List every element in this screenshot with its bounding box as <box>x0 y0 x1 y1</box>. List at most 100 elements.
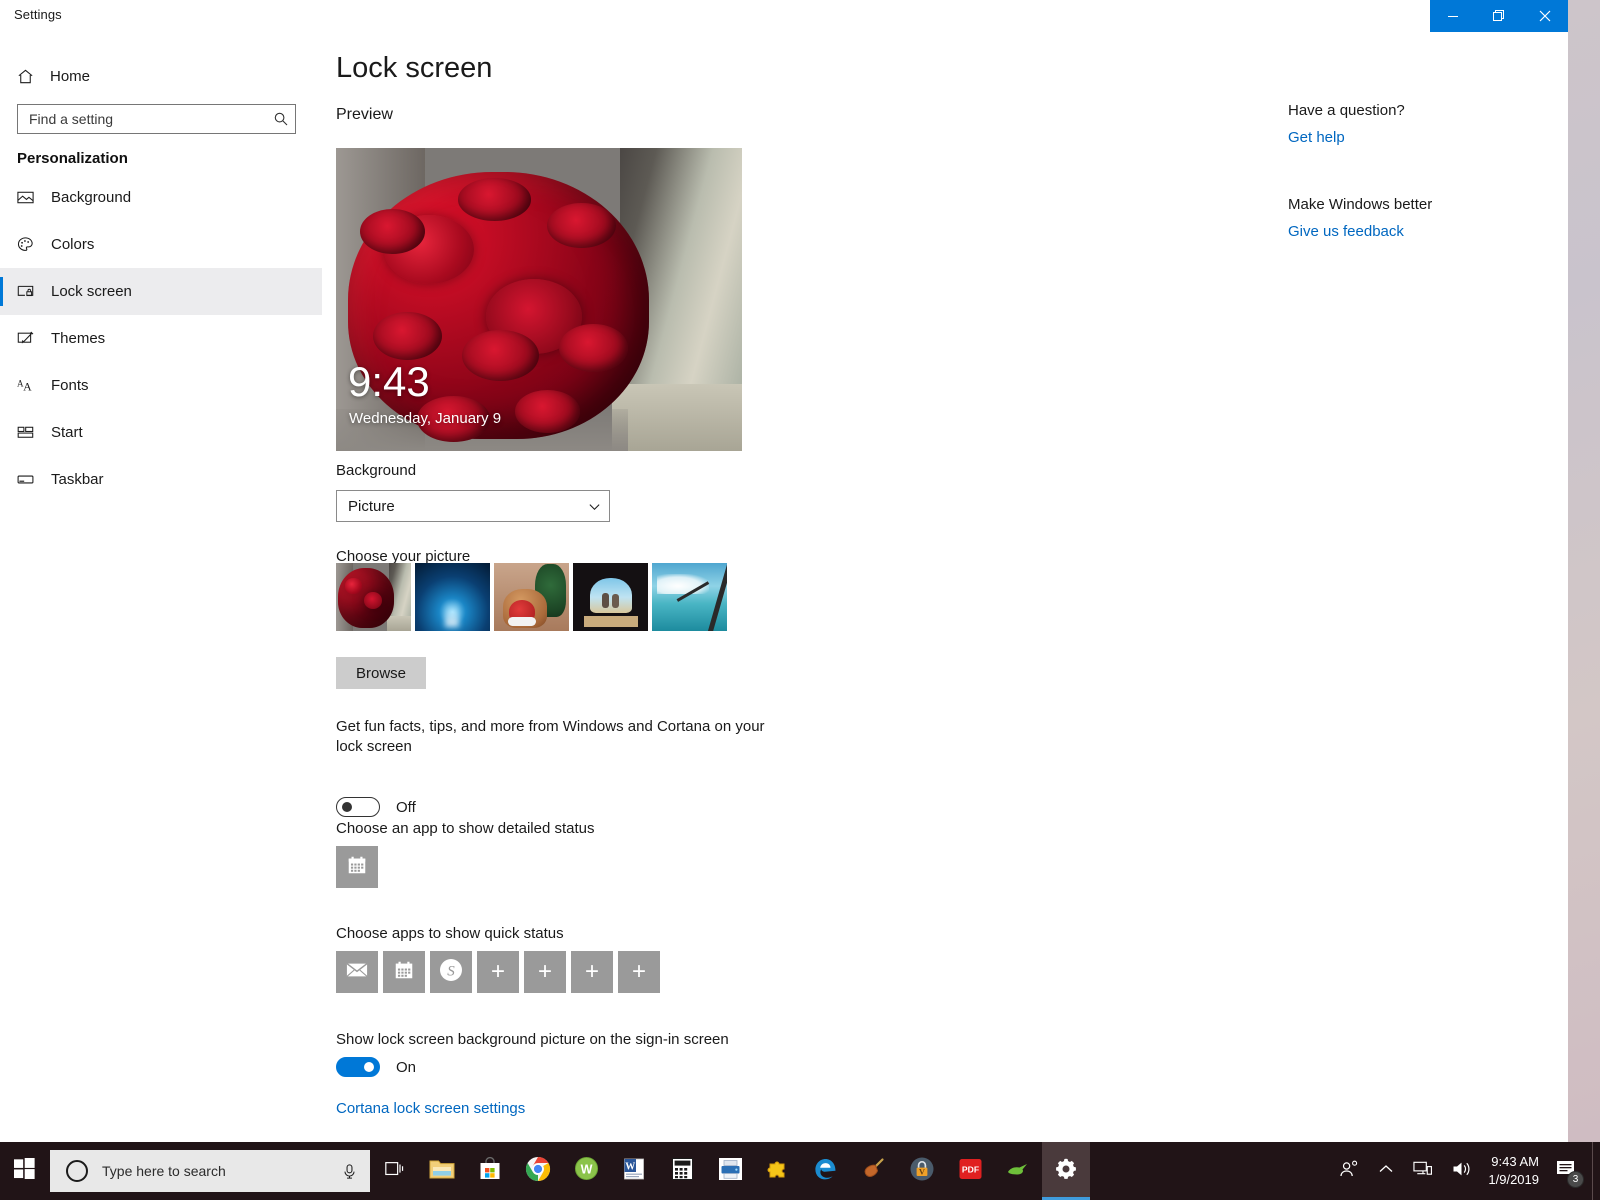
taskbar-app-google-chrome[interactable] <box>514 1142 562 1200</box>
sidebar-item-themes-label: Themes <box>51 330 106 347</box>
picture-thumbnail-list <box>336 563 727 631</box>
svg-text:W: W <box>625 1161 635 1172</box>
notification-count-badge: 3 <box>1567 1171 1584 1188</box>
minimize-button[interactable] <box>1430 0 1476 32</box>
thumbnail-blue-ice-cave[interactable] <box>415 563 490 631</box>
thumbnail-aerial-ocean[interactable] <box>652 563 727 631</box>
detailed-status-calendar-tile[interactable] <box>336 846 378 888</box>
get-help-link[interactable]: Get help <box>1288 129 1405 146</box>
quick-status-label: Choose apps to show quick status <box>336 925 564 942</box>
pdf-icon: PDF <box>958 1157 983 1186</box>
taskbar-app-wps-office[interactable]: W <box>562 1142 610 1200</box>
background-dropdown[interactable]: Picture <box>336 490 610 522</box>
sidebar-item-home[interactable]: Home <box>0 56 322 96</box>
gear-icon <box>1054 1157 1078 1186</box>
taskbar-app-microsoft-word[interactable]: W <box>610 1142 658 1200</box>
task-view-button[interactable] <box>370 1142 418 1200</box>
browse-button[interactable]: Browse <box>336 657 426 689</box>
taskbar-app-vault[interactable]: V <box>898 1142 946 1200</box>
sidebar-item-colors[interactable]: Colors <box>0 221 322 268</box>
quick-status-add-slot-2[interactable]: + <box>524 951 566 993</box>
detailed-status-label: Choose an app to show detailed status <box>336 820 595 837</box>
taskbar: Type here to search W W V PDF 9:43 AM 1/… <box>0 1142 1600 1200</box>
quick-status-skype-tile[interactable]: S <box>430 951 472 993</box>
sidebar-item-lock-screen[interactable]: Lock screen <box>0 268 322 315</box>
preview-heading: Preview <box>336 106 393 123</box>
search-input[interactable] <box>18 111 267 127</box>
taskbar-app-lamp[interactable] <box>994 1142 1042 1200</box>
restore-button[interactable] <box>1476 0 1522 32</box>
sidebar-item-themes[interactable]: Themes <box>0 315 322 362</box>
calendar-icon <box>346 854 368 881</box>
start-button[interactable] <box>0 1142 48 1200</box>
lock-vault-icon: V <box>909 1156 935 1187</box>
taskbar-app-fax-and-scan[interactable] <box>706 1142 754 1200</box>
puzzle-piece-icon <box>766 1157 790 1186</box>
sidebar-item-start[interactable]: Start <box>0 409 322 456</box>
plus-icon: + <box>537 958 552 985</box>
printer-icon <box>718 1157 743 1186</box>
taskbar-app-microsoft-edge[interactable] <box>802 1142 850 1200</box>
taskbar-app-settings[interactable] <box>1042 1142 1090 1200</box>
taskbar-app-pdf-reader[interactable]: PDF <box>946 1142 994 1200</box>
taskbar-app-calculator[interactable] <box>658 1142 706 1200</box>
mail-icon <box>346 961 368 984</box>
sidebar-item-fonts[interactable]: A A Fonts <box>0 362 322 409</box>
sidebar-item-colors-label: Colors <box>51 236 95 253</box>
taskbar-date: 1/9/2019 <box>1488 1172 1539 1187</box>
search-icon <box>267 111 295 127</box>
volume-icon <box>1451 1159 1473 1184</box>
fun-facts-toggle[interactable] <box>336 797 380 817</box>
taskbar-app-shovel[interactable] <box>850 1142 898 1200</box>
quick-status-add-slot-3[interactable]: + <box>571 951 613 993</box>
settings-search-box[interactable] <box>17 104 296 134</box>
feedback-heading: Make Windows better <box>1288 196 1433 213</box>
task-view-icon <box>383 1159 405 1184</box>
calculator-icon <box>671 1157 694 1186</box>
quick-status-app-list: S + + + + <box>336 951 660 993</box>
thumbnail-dog-with-santa-hat[interactable] <box>494 563 569 631</box>
volume-button[interactable] <box>1442 1142 1482 1200</box>
close-button[interactable] <box>1522 0 1568 32</box>
taskbar-search-box[interactable]: Type here to search <box>50 1150 370 1192</box>
svg-text:S: S <box>447 963 455 979</box>
sidebar-item-start-label: Start <box>51 424 83 441</box>
network-icon <box>1412 1159 1433 1183</box>
title-bar: Settings <box>0 0 1568 32</box>
window-title: Settings <box>14 7 62 22</box>
store-bag-icon <box>478 1156 502 1186</box>
cortana-circle-icon[interactable] <box>66 1160 88 1182</box>
show-desktop-button[interactable] <box>1592 1142 1600 1200</box>
show-hidden-icons-button[interactable] <box>1369 1142 1403 1200</box>
sidebar-item-background[interactable]: Background <box>0 174 322 221</box>
people-icon <box>1338 1159 1360 1184</box>
sidebar-home-label: Home <box>50 67 91 85</box>
palette-icon <box>16 235 46 254</box>
people-button[interactable] <box>1329 1142 1369 1200</box>
plus-icon: + <box>490 958 505 985</box>
taskbar-app-microsoft-store[interactable] <box>466 1142 514 1200</box>
sidebar-item-fonts-label: Fonts <box>51 377 89 394</box>
settings-window: Settings Home Find a setting Personaliza… <box>0 0 1568 1142</box>
quick-status-mail-tile[interactable] <box>336 951 378 993</box>
quick-status-add-slot-1[interactable]: + <box>477 951 519 993</box>
shovel-icon <box>861 1157 887 1186</box>
network-button[interactable] <box>1403 1142 1442 1200</box>
quick-status-calendar-tile[interactable] <box>383 951 425 993</box>
sidebar-item-taskbar[interactable]: Taskbar <box>0 456 322 503</box>
microphone-icon[interactable] <box>341 1163 358 1180</box>
thumbnail-red-roses[interactable] <box>336 563 411 631</box>
help-heading: Have a question? <box>1288 102 1405 119</box>
sidebar-item-taskbar-label: Taskbar <box>51 471 104 488</box>
thumbnail-beach-cave-arch[interactable] <box>573 563 648 631</box>
taskbar-app-puzzle[interactable] <box>754 1142 802 1200</box>
taskbar-clock[interactable]: 9:43 AM 1/9/2019 <box>1482 1142 1551 1200</box>
cortana-lock-screen-settings-link[interactable]: Cortana lock screen settings <box>336 1100 525 1117</box>
plus-icon: + <box>584 958 599 985</box>
action-center-button[interactable]: 3 <box>1551 1142 1592 1200</box>
quick-status-add-slot-4[interactable]: + <box>618 951 660 993</box>
fonts-icon: A A <box>16 376 46 395</box>
signin-picture-toggle[interactable] <box>336 1057 380 1077</box>
taskbar-app-file-explorer[interactable] <box>418 1142 466 1200</box>
give-feedback-link[interactable]: Give us feedback <box>1288 223 1432 240</box>
